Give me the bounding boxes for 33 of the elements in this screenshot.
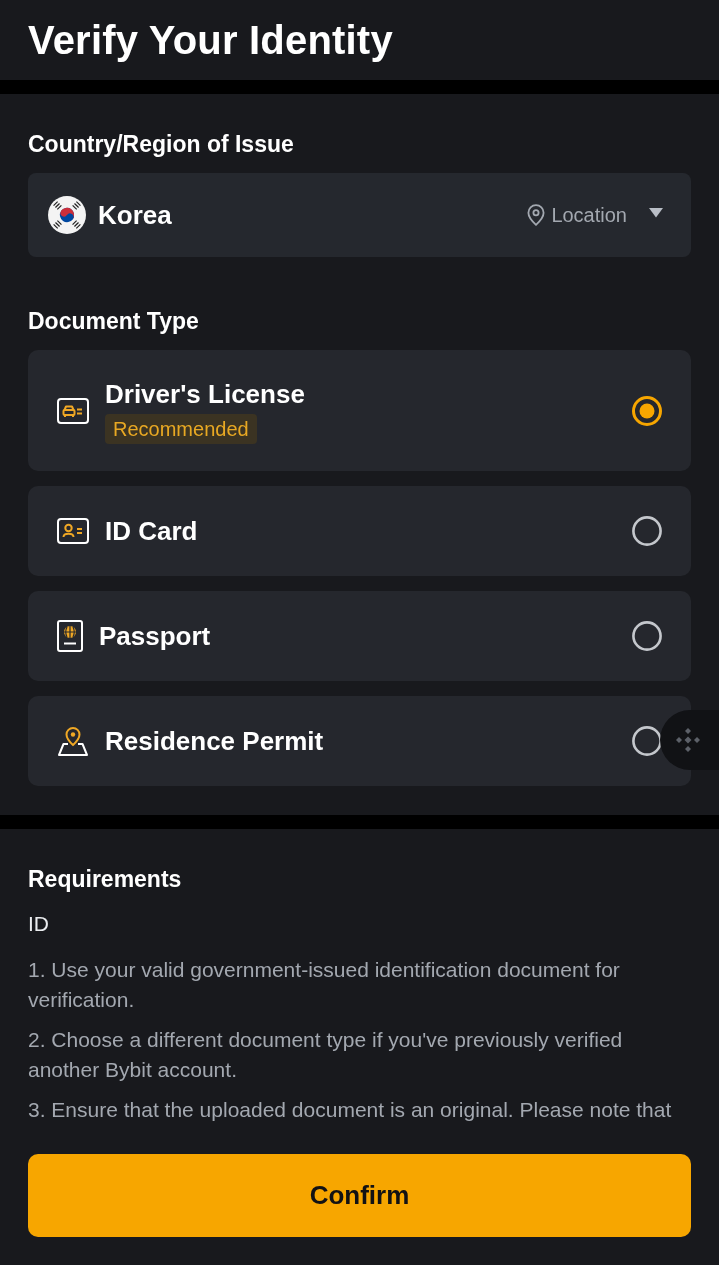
requirements-subheading: ID <box>28 911 49 937</box>
person-card-icon <box>57 518 89 544</box>
flag-icon <box>48 196 86 234</box>
radio-icon[interactable] <box>632 621 662 651</box>
passport-icon <box>57 620 83 652</box>
requirement-text: 1. Use your valid government-issued identification document for verification. <box>28 957 621 1013</box>
requirements-heading: Requirements <box>28 865 182 894</box>
caret-icon <box>649 208 663 218</box>
recommended-badge: Recommended <box>105 413 257 444</box>
option-label: Passport <box>99 620 211 652</box>
confirm-button[interactable]: Confirm <box>28 1154 691 1237</box>
option-label: Residence Permit <box>105 725 324 757</box>
country-select[interactable]: Korea Location <box>28 173 691 257</box>
requirement-text: 2. Choose a different document type if you've previously verified another Bybit account. <box>28 1027 624 1083</box>
document-option[interactable]: Residence Permit <box>28 696 691 786</box>
section-label: Country/Region of Issue <box>28 130 294 159</box>
car-card-icon <box>57 397 89 424</box>
location-pin-icon <box>527 204 546 226</box>
map-pin-icon <box>57 726 89 756</box>
radio-icon[interactable] <box>632 726 662 756</box>
country-name: Korea <box>98 199 172 231</box>
section-label: Document Type <box>28 307 199 336</box>
page-title: Verify Your Identity <box>28 17 393 64</box>
document-option[interactable]: Driver's License Recommended <box>28 350 691 471</box>
option-label: Driver's License <box>105 377 305 410</box>
radio-icon[interactable] <box>632 516 662 546</box>
document-option[interactable]: ID Card <box>28 486 691 576</box>
requirement-text: 3. Ensure that the uploaded document is an original. Please note that <box>28 1097 673 1123</box>
diamond-icon <box>675 727 701 753</box>
document-option[interactable]: Passport <box>28 591 691 681</box>
location-label: Location <box>551 203 627 228</box>
radio-icon[interactable] <box>632 395 662 426</box>
option-label: ID Card <box>105 515 198 547</box>
